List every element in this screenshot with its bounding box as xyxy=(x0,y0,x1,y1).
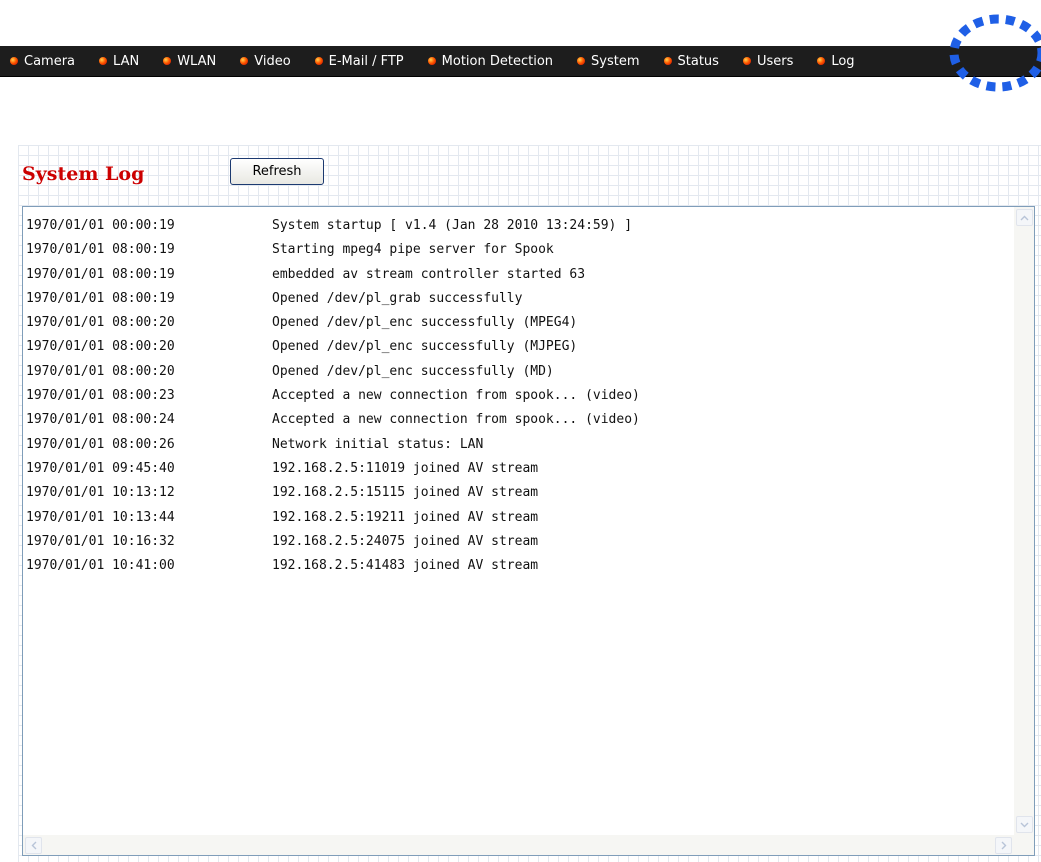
nav-item-motion-detection[interactable]: Motion Detection xyxy=(427,53,554,69)
arrow-right-icon[interactable] xyxy=(995,837,1012,854)
log-entry-message: 192.168.2.5:11019 joined AV stream xyxy=(272,460,539,476)
log-entry: 1970/01/01 08:00:20 Opened /dev/pl_enc su… xyxy=(26,311,1012,335)
log-entry-time: 1970/01/01 10:13:12 xyxy=(26,485,175,501)
nav-item-label: Users xyxy=(756,53,794,69)
red-bullet-icon xyxy=(99,57,108,65)
nav-item-video[interactable]: Video xyxy=(240,53,291,69)
log-entry-time: 1970/01/01 08:00:19 xyxy=(26,242,175,258)
log-entry: 1970/01/01 10:13:12 192.168.2.5:15115 joi… xyxy=(26,481,1012,505)
log-entry-time: 1970/01/01 08:00:19 xyxy=(26,266,175,282)
nav-item-email-ftp[interactable]: E-Mail / FTP xyxy=(314,53,404,69)
nav-item-camera[interactable]: Camera xyxy=(10,54,75,69)
log-entry: 1970/01/01 09:45:40 192.168.2.5:11019 joi… xyxy=(26,457,1012,481)
log-entry: 1970/01/01 08:00:19 embedded av stream co… xyxy=(26,263,1012,287)
nav-item-label: WLAN xyxy=(177,53,217,69)
log-entry: 1970/01/01 00:00:19 System startup [ v1.4… xyxy=(26,214,1012,238)
log-content: 1970/01/01 00:00:19 System startup [ v1.4… xyxy=(26,214,1012,835)
log-entry-time: 1970/01/01 00:00:19 xyxy=(26,218,175,233)
log-entry-time: 1970/01/01 08:00:20 xyxy=(26,363,175,379)
nav-item-label: Video xyxy=(254,53,291,69)
log-entry-message: Opened /dev/pl_enc successfully (MJPEG) xyxy=(272,339,578,355)
red-bullet-icon xyxy=(577,57,586,65)
log-entry: 1970/01/01 08:00:23 Accepted a new connec… xyxy=(26,384,1012,408)
red-bullet-icon xyxy=(10,57,18,65)
system-log-textarea[interactable]: 1970/01/01 00:00:19 System startup [ v1.4… xyxy=(22,206,1035,856)
nav-item-system[interactable]: System xyxy=(577,53,640,69)
log-entry-message: embedded av stream controller started 63 xyxy=(272,266,586,282)
log-entry-message: 192.168.2.5:41483 joined AV stream xyxy=(272,558,539,574)
page-title: System Log xyxy=(22,163,145,185)
scrollbar-corner xyxy=(1014,835,1034,855)
nav-item-label: Camera xyxy=(24,53,76,69)
log-entry: 1970/01/01 08:00:19 Opened /dev/pl_grab s… xyxy=(26,287,1012,311)
arrow-down-icon[interactable] xyxy=(1016,816,1033,833)
log-entry-time: 1970/01/01 08:00:26 xyxy=(26,436,175,452)
nav-item-log[interactable]: Log xyxy=(817,53,855,69)
log-entry-time: 1970/01/01 10:13:44 xyxy=(26,509,175,525)
log-entry-message: 192.168.2.5:24075 joined AV stream xyxy=(272,533,539,549)
red-bullet-icon xyxy=(663,57,672,65)
log-entry-message: Opened /dev/pl_grab successfully xyxy=(272,290,523,306)
log-entry-message: Accepted a new connection from spook... … xyxy=(272,412,640,428)
log-entry-time: 1970/01/01 08:00:24 xyxy=(26,412,175,428)
red-bullet-icon xyxy=(314,57,323,65)
log-entry: 1970/01/01 10:13:44 192.168.2.5:19211 joi… xyxy=(26,506,1012,530)
red-bullet-icon xyxy=(742,57,751,65)
log-entry-time: 1970/01/01 10:41:00 xyxy=(26,558,175,574)
log-entry-message: System startup [ v1.4 (Jan 28 2010 13:24… xyxy=(272,218,633,233)
horizontal-scrollbar[interactable] xyxy=(23,835,1014,855)
arrow-left-icon[interactable] xyxy=(25,837,42,854)
log-entry-time: 1970/01/01 08:00:20 xyxy=(26,339,175,355)
log-entry-message: Starting mpeg4 pipe server for Spook xyxy=(272,242,554,258)
nav-item-label: E-Mail / FTP xyxy=(328,53,404,69)
log-entry: 1970/01/01 10:41:00 192.168.2.5:41483 joi… xyxy=(26,554,1012,578)
top-navigation-bar: Camera LAN WLAN Video E-Mail / FTP Motio… xyxy=(0,46,1041,77)
refresh-button[interactable]: Refresh xyxy=(230,158,324,185)
log-entry-time: 1970/01/01 08:00:19 xyxy=(26,290,175,306)
log-entry-message: Accepted a new connection from spook... … xyxy=(272,388,640,404)
log-entry-time: 1970/01/01 08:00:20 xyxy=(26,315,175,331)
log-entry-time: 1970/01/01 09:45:40 xyxy=(26,460,175,476)
red-bullet-icon xyxy=(163,57,172,65)
log-entry-message: Network initial status: LAN xyxy=(272,436,484,452)
nav-item-label: Motion Detection xyxy=(441,53,554,69)
log-entry: 1970/01/01 08:00:26 Network initial statu… xyxy=(26,433,1012,457)
log-entry: 1970/01/01 08:00:20 Opened /dev/pl_enc su… xyxy=(26,360,1012,384)
nav-item-label: Status xyxy=(677,53,719,69)
log-entry: 1970/01/01 10:16:32 192.168.2.5:24075 joi… xyxy=(26,530,1012,554)
nav-item-lan[interactable]: LAN xyxy=(99,54,139,69)
log-entry: 1970/01/01 08:00:24 Accepted a new connec… xyxy=(26,408,1012,432)
nav-item-status[interactable]: Status xyxy=(663,53,719,69)
nav-item-label: System xyxy=(591,53,640,69)
arrow-up-icon[interactable] xyxy=(1016,209,1033,226)
red-bullet-icon xyxy=(817,57,826,65)
log-entry-message: Opened /dev/pl_enc successfully (MD) xyxy=(272,363,554,379)
log-entry-message: 192.168.2.5:19211 joined AV stream xyxy=(272,509,539,525)
nav-item-users[interactable]: Users xyxy=(742,53,794,69)
nav-item-label: LAN xyxy=(113,53,140,69)
red-bullet-icon xyxy=(427,57,436,65)
log-entry-message: Opened /dev/pl_enc successfully (MPEG4) xyxy=(272,315,578,331)
log-entry-message: 192.168.2.5:15115 joined AV stream xyxy=(272,485,539,501)
log-entry: 1970/01/01 08:00:19 Starting mpeg4 pipe s… xyxy=(26,238,1012,262)
log-entry-time: 1970/01/01 08:00:23 xyxy=(26,388,175,404)
log-entry-time: 1970/01/01 10:16:32 xyxy=(26,533,175,549)
log-entry: 1970/01/01 08:00:20 Opened /dev/pl_enc su… xyxy=(26,335,1012,359)
nav-item-label: Log xyxy=(831,53,855,69)
vertical-scrollbar[interactable] xyxy=(1014,207,1034,835)
nav-item-wlan[interactable]: WLAN xyxy=(163,54,216,69)
red-bullet-icon xyxy=(240,57,249,65)
